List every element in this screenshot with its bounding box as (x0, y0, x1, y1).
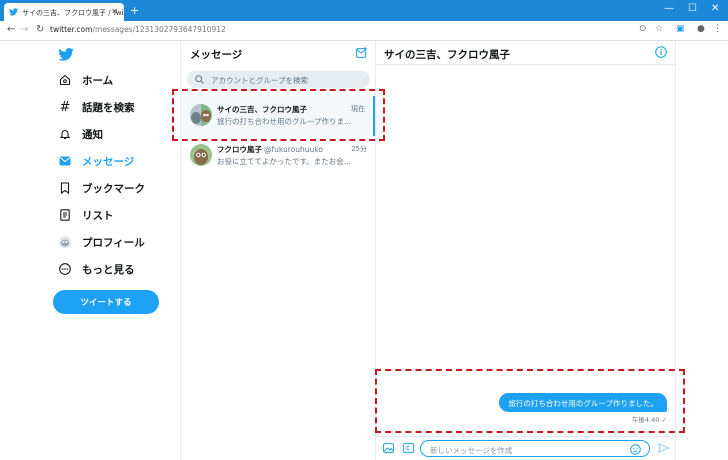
gif-icon[interactable] (403, 443, 414, 453)
reload-icon[interactable]: ↻ (36, 24, 44, 35)
mail-icon (58, 156, 72, 166)
tweet-button[interactable]: ツイートする (53, 290, 159, 314)
nav-more-label: もっと見る (82, 263, 135, 276)
url-host: twitter.com (50, 25, 93, 34)
account-icon[interactable]: ● (697, 24, 705, 34)
extension-icon[interactable]: ▣ (676, 24, 685, 34)
twitter-app: ホーム # 話題を検索 通知 メッセージ ブックマーク リスト プロフィール も (0, 41, 728, 460)
new-tab-icon[interactable]: + (130, 4, 139, 17)
conversation-name: フクロウ風子 @fukurouhuuko (217, 144, 323, 155)
conversation-preview: お役に立ててよかったです。またお会... (217, 157, 351, 166)
highlight-conversation-box (172, 89, 385, 141)
star-icon[interactable]: ☆ (655, 24, 663, 34)
menu-icon[interactable]: ⋮ (713, 24, 722, 34)
search-icon (195, 75, 204, 84)
message-input[interactable]: 新しいメッセージを作成 (420, 440, 650, 457)
search-placeholder: アカウントとグループを検索 (211, 76, 309, 85)
site-settings-icon[interactable]: ⊙ (639, 24, 647, 34)
nav-profile[interactable]: プロフィール (58, 232, 145, 252)
window-close-icon[interactable]: ✕ (711, 3, 719, 14)
home-icon (58, 74, 72, 86)
browser-tab-title: サイの三吉、フクロウ風子 / Twitter (22, 9, 124, 17)
url-field[interactable]: twitter.com/messages/1231302793647910912 (50, 25, 226, 34)
close-tab-icon[interactable]: ✕ (111, 7, 118, 16)
nav-messages-label: メッセージ (82, 155, 135, 168)
conversation-search-input[interactable]: アカウントとグループを検索 (187, 71, 370, 88)
nav-lists-label: リスト (82, 209, 114, 222)
back-icon[interactable]: ← (7, 24, 15, 35)
address-bar: ← → ↻ twitter.com/messages/1231302793647… (0, 21, 728, 41)
highlight-message-box (375, 369, 685, 433)
browser-tab-strip: サイの三吉、フクロウ風子 / Twitter ✕ + — ☐ ✕ (0, 0, 728, 21)
conversation-item-fukurou[interactable]: フクロウ風子 @fukurouhuuko 25分 お役に立ててよかったです。またお… (181, 136, 375, 176)
nav-messages[interactable]: メッセージ (58, 151, 134, 171)
forward-icon[interactable]: → (20, 24, 28, 35)
message-input-placeholder: 新しいメッセージを作成 (430, 446, 513, 455)
nav-explore-label: 話題を検索 (82, 101, 135, 114)
new-message-icon[interactable] (356, 47, 368, 58)
twitter-logo-icon[interactable] (58, 48, 74, 61)
nav-bookmarks-label: ブックマーク (82, 182, 145, 195)
maximize-icon[interactable]: ☐ (688, 3, 697, 14)
nav-explore[interactable]: # 話題を検索 (58, 97, 135, 117)
bell-icon (58, 128, 72, 140)
avatar-icon (58, 236, 72, 248)
conversation-handle: @fukurouhuuko (264, 145, 323, 154)
url-path: /messages/1231302793647910912 (92, 25, 226, 34)
conversation-time: 25分 (351, 145, 367, 153)
browser-tab[interactable]: サイの三吉、フクロウ風子 / Twitter ✕ (4, 3, 124, 21)
nav-bookmarks[interactable]: ブックマーク (58, 178, 145, 198)
left-navigation: ホーム # 話題を検索 通知 メッセージ ブックマーク リスト プロフィール も (0, 41, 180, 460)
minimize-icon[interactable]: — (664, 3, 674, 14)
message-composer: 新しいメッセージを作成 (376, 436, 676, 460)
nav-notifications[interactable]: 通知 (58, 124, 103, 144)
bookmark-icon (58, 182, 72, 194)
emoji-icon[interactable] (630, 444, 641, 455)
twitter-icon (9, 8, 18, 16)
chat-title: サイの三吉、フクロウ風子 (376, 41, 675, 65)
info-icon[interactable] (655, 46, 667, 58)
nav-profile-label: プロフィール (82, 236, 145, 249)
owl-avatar (190, 144, 212, 166)
image-icon[interactable] (383, 443, 394, 453)
conversation-name-text: フクロウ風子 (217, 145, 262, 154)
nav-home[interactable]: ホーム (58, 70, 113, 90)
send-icon[interactable] (658, 443, 669, 453)
hashtag-icon: # (59, 99, 71, 115)
nav-lists[interactable]: リスト (58, 205, 114, 225)
nav-notifications-label: 通知 (82, 128, 103, 141)
nav-more[interactable]: もっと見る (58, 259, 135, 279)
more-icon (58, 263, 72, 275)
nav-home-label: ホーム (82, 74, 114, 87)
messages-title: メッセージ (190, 49, 243, 61)
list-icon (58, 209, 72, 221)
